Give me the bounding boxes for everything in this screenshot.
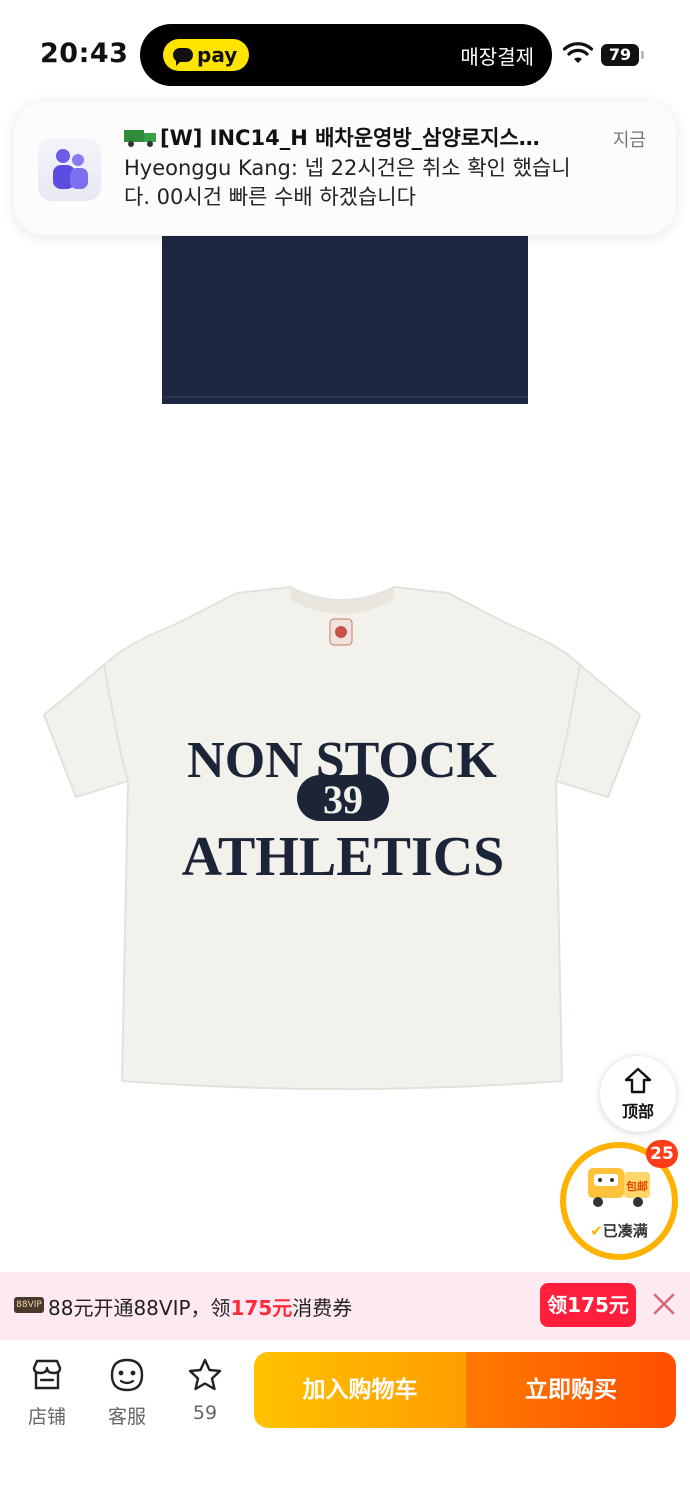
shipping-status-label: ✔已凑满 xyxy=(566,1220,672,1241)
customer-service-label: 客服 xyxy=(107,1406,146,1428)
promo-text: 88元开通88VIP，领175元消费券 xyxy=(48,1292,352,1321)
shipping-count-badge: 25 xyxy=(646,1140,678,1168)
pay-label: pay xyxy=(197,43,238,67)
check-icon: ✔ xyxy=(590,1222,603,1240)
print-number: 39 xyxy=(323,777,363,822)
delivery-truck-icon: 包邮 xyxy=(588,1168,650,1207)
wifi-icon xyxy=(563,42,593,63)
promo-text-prefix: 88元开通88VIP，领 xyxy=(48,1296,231,1320)
store-label: 店铺 xyxy=(27,1406,66,1428)
notification-body: Hyeonggu Kang: 넵 22시건은 취소 확인 했습니다. 00시건 … xyxy=(124,156,571,209)
kakaopay-badge: pay xyxy=(163,39,250,71)
store-payment-label: 매장결제 xyxy=(460,45,534,69)
store-tab[interactable]: 店铺 xyxy=(12,1356,82,1429)
dynamic-island[interactable]: pay 매장결제 xyxy=(140,24,552,86)
people-icon xyxy=(53,149,88,189)
white-tshirt-image[interactable]: NON STOCK 39 ATHLETICS xyxy=(40,585,644,1095)
battery-icon: 79 xyxy=(601,44,639,66)
truck-icon xyxy=(124,130,156,147)
notification-title-text: [W] INC14_H 배차운영방_삼양로지스… xyxy=(160,126,540,150)
customer-service-tab[interactable]: 客服 xyxy=(92,1356,162,1429)
back-to-top-button[interactable]: 顶部 xyxy=(600,1056,676,1132)
notification-time: 지금 xyxy=(612,130,646,151)
print-line-2: ATHLETICS xyxy=(182,826,505,888)
notification-title: [W] INC14_H 배차운영방_삼양로지스… xyxy=(124,122,584,152)
clock: 20:43 xyxy=(40,38,129,69)
messenger-app-icon xyxy=(38,138,101,201)
favorite-count: 59 xyxy=(192,1402,218,1424)
shipping-status-text: 已凑满 xyxy=(602,1222,648,1240)
house-arrow-icon xyxy=(624,1067,652,1094)
back-to-top-label: 顶部 xyxy=(621,1102,654,1121)
store-icon xyxy=(32,1359,62,1390)
claim-coupon-button[interactable]: 领175元 xyxy=(540,1283,636,1327)
close-icon[interactable] xyxy=(650,1290,678,1318)
battery-tip xyxy=(641,51,644,59)
status-bar: 20:43 pay 매장결제 79 xyxy=(0,0,690,110)
navy-tshirt-image[interactable] xyxy=(162,236,528,404)
add-to-cart-button[interactable]: 加入购物车 xyxy=(254,1352,466,1428)
promo-amount: 175元 xyxy=(230,1296,293,1320)
buy-now-button[interactable]: 立即购买 xyxy=(466,1352,676,1428)
customer-service-icon xyxy=(110,1358,144,1392)
favorite-tab[interactable]: 59 xyxy=(170,1356,240,1424)
shipping-tag-text: 包邮 xyxy=(625,1179,648,1193)
vip-badge: 88VIP xyxy=(14,1297,44,1313)
chat-bubble-icon xyxy=(173,48,193,66)
promo-text-suffix: 消费券 xyxy=(292,1296,353,1320)
bottom-action-bar: 店铺 客服 59 加入购物车 立即购买 xyxy=(0,1340,690,1500)
notification-banner[interactable]: [W] INC14_H 배차운영방_삼양로지스… Hyeonggu Kang: … xyxy=(14,102,676,235)
star-icon xyxy=(188,1358,222,1391)
